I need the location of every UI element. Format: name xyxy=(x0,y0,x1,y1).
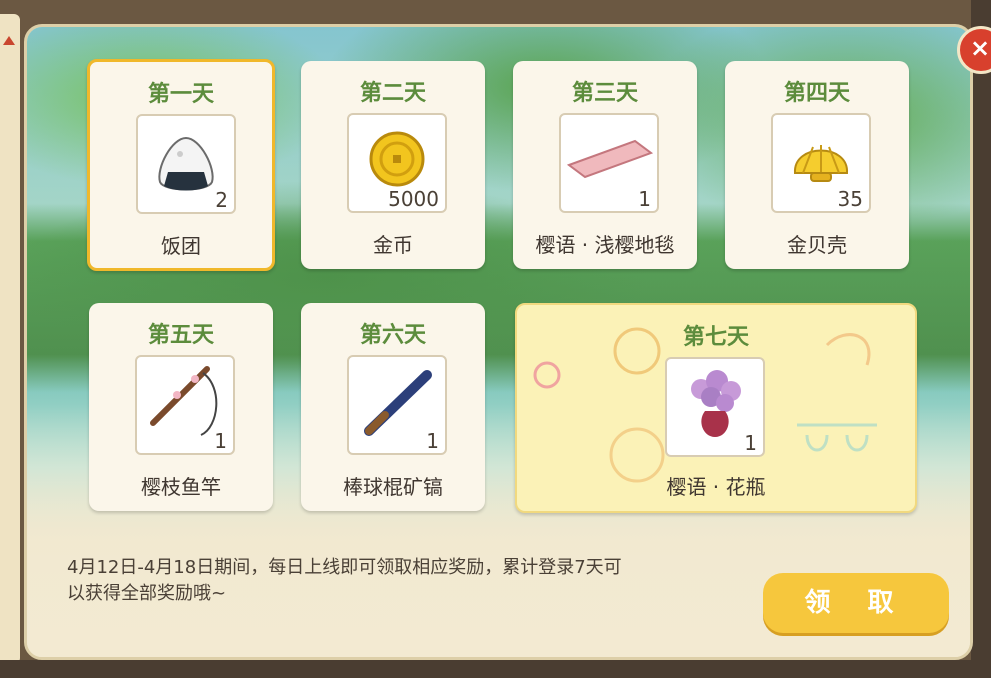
item-name: 樱语 · 浅樱地毯 xyxy=(535,233,675,257)
reward-card-day-7[interactable]: 第七天 1 樱语 · 花瓶 xyxy=(515,303,917,513)
item-quantity: 2 xyxy=(215,188,228,212)
day-label: 第一天 xyxy=(147,82,214,107)
event-description: 4月12日-4月18日期间，每日上线即可领取相应奖励，累计登录7天可以获得全部奖… xyxy=(67,557,622,604)
reward-card-day-4[interactable]: 第四天 35 金贝壳 xyxy=(725,61,909,269)
day-label: 第七天 xyxy=(682,325,749,350)
day-label: 第五天 xyxy=(147,323,214,348)
item-quantity: 1 xyxy=(426,429,439,453)
reward-card-day-5[interactable]: 第五天 1 樱枝鱼竿 xyxy=(89,303,273,511)
item-slot: 5000 xyxy=(347,113,447,213)
claim-button[interactable]: 领 取 xyxy=(763,573,949,633)
item-name: 樱枝鱼竿 xyxy=(141,475,221,499)
right-side-strip xyxy=(971,0,991,678)
item-quantity: 1 xyxy=(744,431,757,455)
reward-card-day-6[interactable]: 第六天 1 棒球棍矿镐 xyxy=(301,303,485,511)
day-label: 第三天 xyxy=(571,81,638,106)
reward-card-day-3[interactable]: 第三天 1 樱语 · 浅樱地毯 xyxy=(513,61,697,269)
day-label: 第六天 xyxy=(359,323,426,348)
item-slot: 1 xyxy=(347,355,447,455)
item-quantity: 1 xyxy=(638,187,651,211)
reward-card-day-1[interactable]: 第一天 2 饭团 xyxy=(87,59,275,271)
left-side-panel xyxy=(0,14,20,664)
close-icon: × xyxy=(970,34,991,62)
bottom-strip xyxy=(0,660,991,678)
login-reward-panel: 第一天 2 饭团 第二天 5000 金币 第三天 1 樱语 · 浅樱地毯 第四天… xyxy=(24,24,973,660)
item-name: 棒球棍矿镐 xyxy=(343,475,443,499)
item-slot: 1 xyxy=(135,355,235,455)
item-quantity: 5000 xyxy=(388,187,439,211)
item-name: 樱语 · 花瓶 xyxy=(666,475,766,499)
item-slot: 35 xyxy=(771,113,871,213)
item-slot: 2 xyxy=(136,114,236,214)
reward-card-day-2[interactable]: 第二天 5000 金币 xyxy=(301,61,485,269)
up-arrow-icon[interactable] xyxy=(3,36,15,45)
day-label: 第四天 xyxy=(783,81,850,106)
item-name: 金币 xyxy=(373,233,413,257)
day-label: 第二天 xyxy=(359,81,426,106)
item-slot: 1 xyxy=(665,357,765,457)
item-quantity: 1 xyxy=(214,429,227,453)
item-slot: 1 xyxy=(559,113,659,213)
item-quantity: 35 xyxy=(837,187,863,211)
item-name: 饭团 xyxy=(161,234,201,258)
item-name: 金贝壳 xyxy=(787,233,847,257)
